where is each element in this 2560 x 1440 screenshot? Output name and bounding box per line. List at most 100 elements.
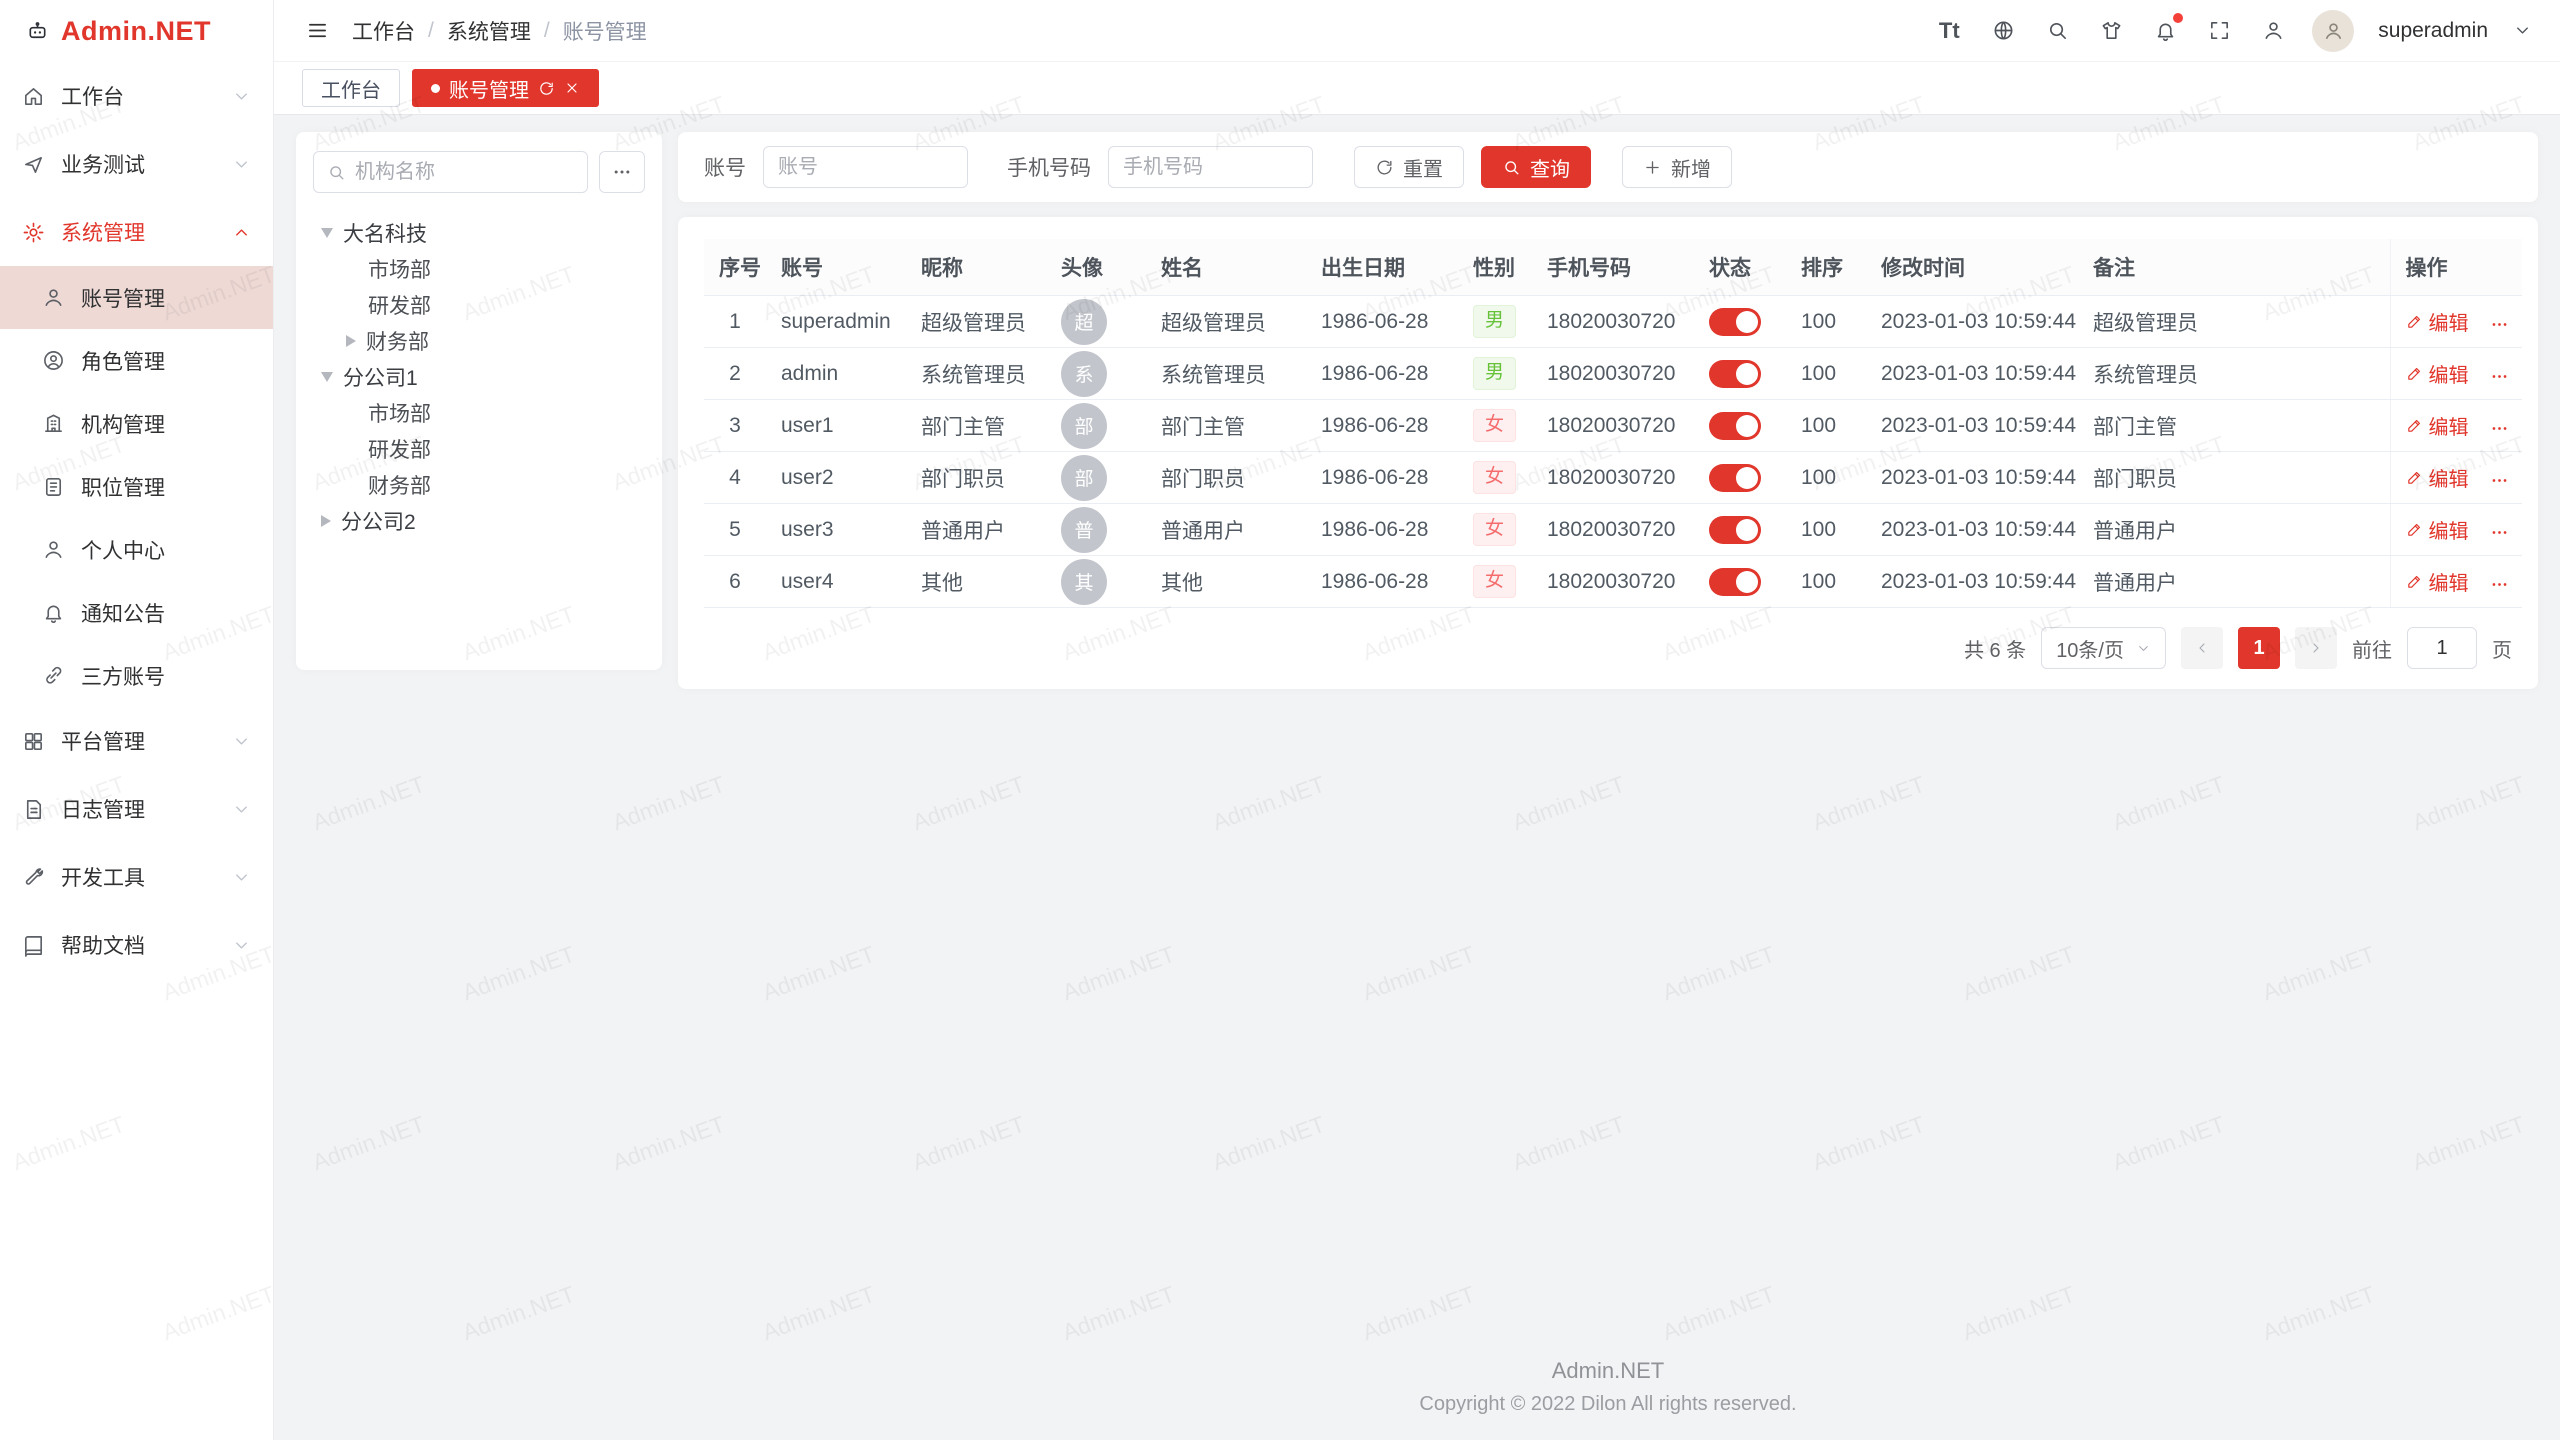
tree-more-button[interactable] [599,151,645,193]
status-toggle[interactable] [1709,568,1761,596]
phone-filter-input[interactable] [1108,146,1313,188]
sidebar-item-label: 日志管理 [61,794,145,824]
cell-name: 部门职员 [1146,452,1306,504]
status-toggle[interactable] [1709,516,1761,544]
tab-label: 账号管理 [449,74,529,103]
more-actions-icon[interactable] [2490,471,2509,490]
tree-node[interactable]: 市场部 [313,251,645,287]
avatar: 超 [1061,299,1107,345]
sidebar-item-workbench[interactable]: 工作台 [0,62,273,130]
col-remark: 备注 [2078,239,2390,296]
edit-button[interactable]: 编辑 [2406,463,2469,492]
tree-node-label: 财务部 [366,326,429,356]
cell-order: 100 [1786,296,1866,348]
breadcrumb-item[interactable]: 系统管理 [447,16,531,46]
tree-node[interactable]: 研发部 [313,287,645,323]
avatar[interactable] [2312,10,2354,52]
sidebar-item-role-management[interactable]: 角色管理 [0,329,273,392]
breadcrumb-item: 账号管理 [563,16,647,46]
username[interactable]: superadmin [2378,19,2488,43]
chevron-down-icon[interactable] [2512,16,2532,46]
table-row: 6 user4 其他 其 其他 1986-06-28 女 18020030720… [704,556,2522,608]
status-toggle[interactable] [1709,360,1761,388]
edit-button[interactable]: 编辑 [2406,307,2469,336]
tab-workbench[interactable]: 工作台 [302,69,400,107]
sidebar-item-system-management[interactable]: 系统管理 [0,198,273,266]
hamburger-menu-icon[interactable] [302,16,332,46]
breadcrumb: 工作台 / 系统管理 / 账号管理 [352,16,647,46]
sidebar-item-help-docs[interactable]: 帮助文档 [0,911,273,979]
more-actions-icon[interactable] [2490,367,2509,386]
prev-page-button[interactable] [2181,627,2223,669]
person-icon [42,538,65,561]
bell-icon [42,601,65,624]
org-search-input[interactable] [355,161,574,184]
profile-icon[interactable] [2258,16,2288,46]
caret-right-icon [346,335,356,347]
next-page-button[interactable] [2295,627,2337,669]
theme-icon[interactable] [2096,16,2126,46]
link-icon [42,664,65,687]
sidebar-item-log-management[interactable]: 日志管理 [0,775,273,843]
sidebar-item-personal-center[interactable]: 个人中心 [0,518,273,581]
tree-node[interactable]: 财务部 [313,467,645,503]
goto-page-input[interactable] [2407,627,2477,669]
more-actions-icon[interactable] [2490,419,2509,438]
tab-account-management[interactable]: 账号管理 [412,69,599,107]
tree-node[interactable]: 分公司2 [313,503,645,539]
badge-icon [42,475,65,498]
close-icon[interactable] [564,80,580,96]
send-icon [22,153,45,176]
sidebar-item-third-party-account[interactable]: 三方账号 [0,644,273,707]
status-toggle[interactable] [1709,308,1761,336]
language-icon[interactable] [1988,16,2018,46]
tree-node[interactable]: 大名科技 [313,215,645,251]
account-filter-input[interactable] [763,146,968,188]
edit-button[interactable]: 编辑 [2406,359,2469,388]
search-button[interactable]: 查询 [1481,146,1591,188]
table-header-row: 序号 账号 昵称 头像 姓名 出生日期 性别 手机号码 状态 排序 修改时间 [704,239,2522,296]
tree-node[interactable]: 研发部 [313,431,645,467]
cell-index: 4 [704,452,766,504]
grid-icon [22,730,45,753]
cell-index: 6 [704,556,766,608]
page-size-select[interactable]: 10条/页 [2041,627,2166,669]
more-actions-icon[interactable] [2490,523,2509,542]
sidebar-item-label: 个人中心 [81,535,165,565]
topbar: 工作台 / 系统管理 / 账号管理 Tt superadmin [274,0,2560,62]
sidebar-item-org-management[interactable]: 机构管理 [0,392,273,455]
table-row: 5 user3 普通用户 普 普通用户 1986-06-28 女 1802003… [704,504,2522,556]
notification-bell-icon[interactable] [2150,16,2180,46]
reset-button[interactable]: 重置 [1354,146,1464,188]
more-actions-icon[interactable] [2490,315,2509,334]
sidebar-item-notice[interactable]: 通知公告 [0,581,273,644]
breadcrumb-item[interactable]: 工作台 [352,16,415,46]
chevron-down-icon [232,87,251,106]
status-toggle[interactable] [1709,464,1761,492]
tree-node[interactable]: 市场部 [313,395,645,431]
tree-node[interactable]: 财务部 [313,323,645,359]
fullscreen-icon[interactable] [2204,16,2234,46]
edit-button[interactable]: 编辑 [2406,567,2469,596]
font-size-icon[interactable]: Tt [1934,16,1964,46]
tree-node[interactable]: 分公司1 [313,359,645,395]
filter-bar: 账号 手机号码 重置 查询 新增 [678,132,2538,202]
sidebar-item-business-test[interactable]: 业务测试 [0,130,273,198]
more-actions-icon[interactable] [2490,575,2509,594]
book-icon [22,934,45,957]
sidebar-item-dev-tools[interactable]: 开发工具 [0,843,273,911]
search-icon[interactable] [2042,16,2072,46]
user-circle-icon [42,349,65,372]
cell-birth-date: 1986-06-28 [1306,400,1458,452]
add-button[interactable]: 新增 [1622,146,1732,188]
sidebar-item-account-management[interactable]: 账号管理 [0,266,273,329]
refresh-icon[interactable] [538,80,555,97]
sidebar-item-platform-management[interactable]: 平台管理 [0,707,273,775]
sidebar-item-position-management[interactable]: 职位管理 [0,455,273,518]
status-toggle[interactable] [1709,412,1761,440]
page-number-button[interactable]: 1 [2238,627,2280,669]
col-nickname: 昵称 [906,239,1046,296]
edit-button[interactable]: 编辑 [2406,515,2469,544]
edit-button[interactable]: 编辑 [2406,411,2469,440]
table-row: 1 superadmin 超级管理员 超 超级管理员 1986-06-28 男 … [704,296,2522,348]
